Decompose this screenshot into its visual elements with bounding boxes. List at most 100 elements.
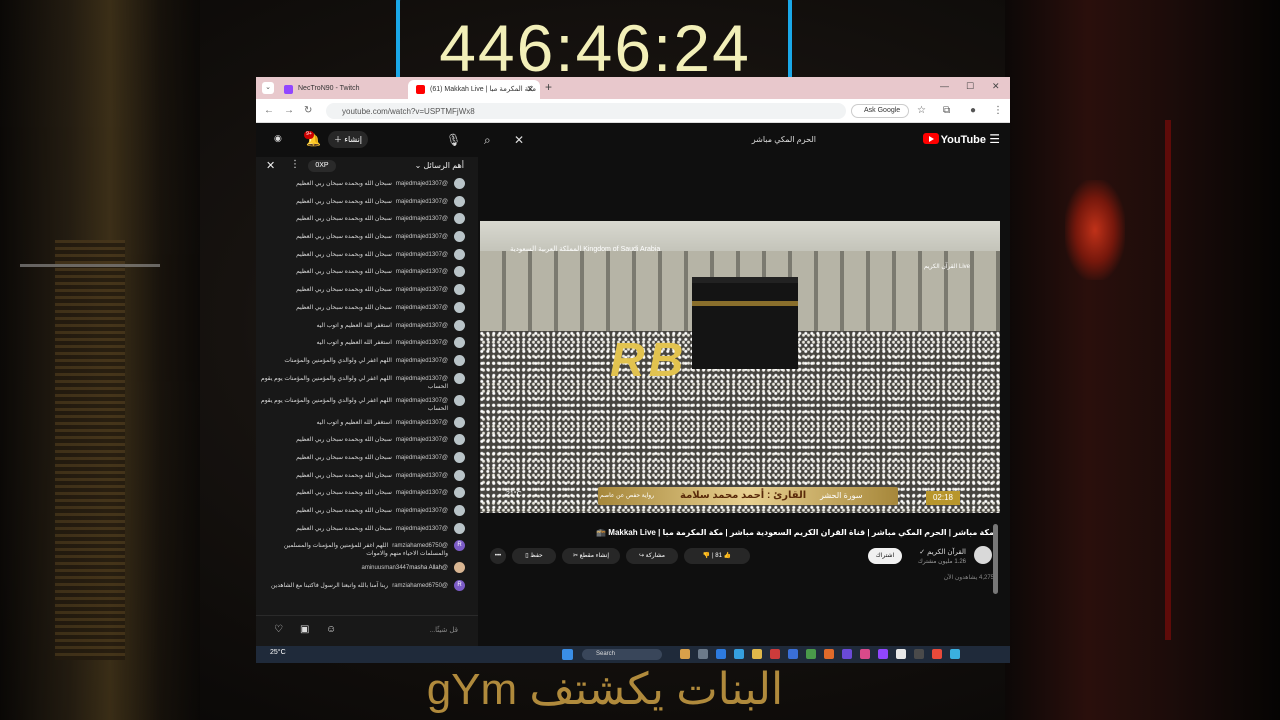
extensions-icon[interactable]: ⧉	[943, 105, 950, 116]
chat-username[interactable]: @ramziahamed6750	[392, 543, 448, 549]
tab-youtube[interactable]: (61) Makkah Live | مكة المكرمة مبا ✕	[408, 80, 540, 99]
chat-message[interactable]: @majedmajed1307 استغفر الله العظيم و اتوب…	[256, 336, 478, 354]
app-icon[interactable]	[950, 649, 960, 659]
chat-avatar[interactable]	[454, 394, 465, 406]
chat-message[interactable]: @majedmajed1307 سبحان الله وبحمده سبحان ر…	[256, 265, 478, 283]
chat-message[interactable]: @majedmajed1307اللهم اغفر لي ولوالدي وال…	[256, 394, 478, 416]
app-icon[interactable]	[932, 649, 942, 659]
chat-message[interactable]: @majedmajed1307 سبحان الله وبحمده سبحان ر…	[256, 301, 478, 319]
chat-message[interactable]: @majedmajed1307 استغفر الله العظيم و اتوب…	[256, 416, 478, 434]
chat-avatar[interactable]	[454, 451, 465, 463]
bookmark-star-icon[interactable]: ☆	[917, 105, 926, 116]
chat-message[interactable]: R @ramziahamed6750ربنا آمنا بالله واتبعنا…	[256, 579, 478, 601]
forward-icon[interactable]: →	[284, 105, 294, 116]
chat-message[interactable]: @majedmajed1307 سبحان الله وبحمده سبحان ر…	[256, 522, 478, 540]
chat-avatar[interactable]: R	[454, 540, 465, 552]
menu-icon[interactable]: ☰	[989, 132, 1000, 146]
chat-username[interactable]: @majedmajed1307	[396, 508, 448, 514]
minimize-button[interactable]: —	[940, 81, 949, 91]
chat-message[interactable]: @aminuusman3447masha Allah	[256, 561, 478, 579]
chat-avatar[interactable]	[454, 522, 465, 534]
app-icon[interactable]	[734, 649, 744, 659]
chat-avatar[interactable]	[454, 178, 465, 189]
search-icon[interactable]: ⌕	[484, 133, 491, 148]
back-icon[interactable]: ←	[264, 105, 274, 116]
chat-mode-dropdown[interactable]: أهم الرسائل ⌄	[415, 161, 464, 170]
taskbar-search[interactable]: Search	[582, 649, 662, 660]
xp-badge[interactable]: 0XP	[308, 160, 336, 172]
folder-icon[interactable]	[752, 649, 762, 659]
chrome-icon[interactable]	[896, 649, 906, 659]
chat-avatar[interactable]	[454, 231, 465, 243]
chat-avatar[interactable]	[454, 434, 465, 446]
close-chat-icon[interactable]: ✕	[266, 159, 275, 172]
ask-google-button[interactable]: Ask Google	[851, 104, 909, 118]
chat-message[interactable]: @majedmajed1307 سبحان الله وبحمده سبحان ر…	[256, 469, 478, 487]
maximize-button[interactable]: ☐	[966, 81, 974, 92]
chat-avatar[interactable]	[454, 416, 465, 428]
chat-avatar[interactable]	[454, 372, 465, 384]
channel-info[interactable]: القرآن الكريم ✓ 1.26 مليون مشترك	[918, 548, 966, 565]
video-player[interactable]: المملكة العربية السعودية Kingdom of Saud…	[480, 221, 1000, 513]
page-scrollbar[interactable]	[993, 524, 998, 594]
chat-avatar[interactable]	[454, 505, 465, 516]
chat-avatar[interactable]	[454, 301, 465, 313]
chat-username[interactable]: @majedmajed1307	[396, 437, 448, 443]
emoji-icon[interactable]: ☺	[326, 624, 336, 635]
chat-avatar[interactable]	[454, 213, 465, 225]
chat-message[interactable]: @majedmajed1307 سبحان الله وبحمده سبحان ر…	[256, 177, 478, 195]
chat-avatar[interactable]	[454, 248, 465, 260]
app-icon[interactable]	[824, 649, 834, 659]
chat-username[interactable]: @majedmajed1307	[396, 398, 448, 404]
chat-avatar[interactable]	[454, 354, 465, 366]
chat-username[interactable]: @ramziahamed6750	[392, 583, 448, 589]
menu-kebab-icon[interactable]: ⋮	[993, 105, 1003, 116]
chat-username[interactable]: @majedmajed1307	[396, 234, 448, 240]
microphone-icon[interactable]: 🎙	[446, 133, 461, 147]
chat-username[interactable]: @majedmajed1307	[396, 181, 448, 187]
app-icon[interactable]	[716, 649, 726, 659]
chat-message[interactable]: @majedmajed1307 سبحان الله وبحمده سبحان ر…	[256, 486, 478, 504]
clip-button[interactable]: ✂ إنشاء مقطع	[562, 548, 620, 564]
save-button[interactable]: ▯ حفظ	[512, 548, 556, 564]
chat-message[interactable]: @majedmajed1307 سبحان الله وبحمده سبحان ر…	[256, 195, 478, 213]
start-icon[interactable]	[562, 649, 573, 660]
tab-twitch[interactable]: NecTroN90 - Twitch	[276, 80, 406, 99]
chat-avatar[interactable]	[454, 469, 465, 481]
profile-icon[interactable]: ●	[970, 105, 976, 116]
subscribe-button[interactable]: اشتراك	[868, 548, 902, 564]
chat-username[interactable]: @majedmajed1307	[396, 252, 448, 258]
chat-avatar[interactable]	[454, 562, 465, 574]
heart-icon[interactable]: ♡	[274, 624, 283, 635]
app-icon[interactable]	[860, 649, 870, 659]
chat-username[interactable]: @majedmajed1307	[396, 490, 448, 496]
chat-username[interactable]: @majedmajed1307	[396, 358, 448, 364]
chat-username[interactable]: @majedmajed1307	[396, 340, 448, 346]
chat-avatar[interactable]	[454, 337, 465, 349]
chat-avatar[interactable]	[454, 284, 465, 296]
app-icon[interactable]	[680, 649, 690, 659]
reload-icon[interactable]: ↻	[304, 105, 312, 116]
chat-avatar[interactable]	[454, 487, 465, 499]
chat-message[interactable]: @majedmajed1307 سبحان الله وبحمده سبحان ر…	[256, 504, 478, 522]
chat-username[interactable]: @majedmajed1307	[396, 323, 448, 329]
chat-avatar[interactable]	[454, 319, 465, 331]
chat-message[interactable]: @majedmajed1307اللهم اغفر لي ولوالدي وال…	[256, 354, 478, 372]
app-icon[interactable]	[698, 649, 708, 659]
close-tab-icon[interactable]: ✕	[526, 84, 534, 95]
chat-username[interactable]: @majedmajed1307	[396, 216, 448, 222]
chat-message[interactable]: @majedmajed1307 استغفر الله العظيم و اتوب…	[256, 319, 478, 337]
chat-username[interactable]: @majedmajed1307	[396, 376, 448, 382]
chat-menu-icon[interactable]: ⋮	[290, 159, 300, 170]
super-chat-icon[interactable]: ▣	[300, 624, 309, 635]
youtube-logo[interactable]: YouTube	[922, 133, 986, 146]
chat-username[interactable]: @majedmajed1307	[396, 287, 448, 293]
chat-message[interactable]: @majedmajed1307 سبحان الله وبحمده سبحان ر…	[256, 248, 478, 266]
avatar[interactable]: ◉	[274, 133, 282, 144]
chat-username[interactable]: @majedmajed1307	[396, 455, 448, 461]
like-dislike-group[interactable]: 👎 | 81 👍	[684, 548, 750, 564]
new-tab-button[interactable]: +	[545, 80, 552, 94]
weather-widget[interactable]: 25°C	[270, 649, 286, 656]
chat-message[interactable]: @majedmajed1307 سبحان الله وبحمده سبحان ر…	[256, 433, 478, 451]
chat-username[interactable]: @majedmajed1307	[396, 269, 448, 275]
